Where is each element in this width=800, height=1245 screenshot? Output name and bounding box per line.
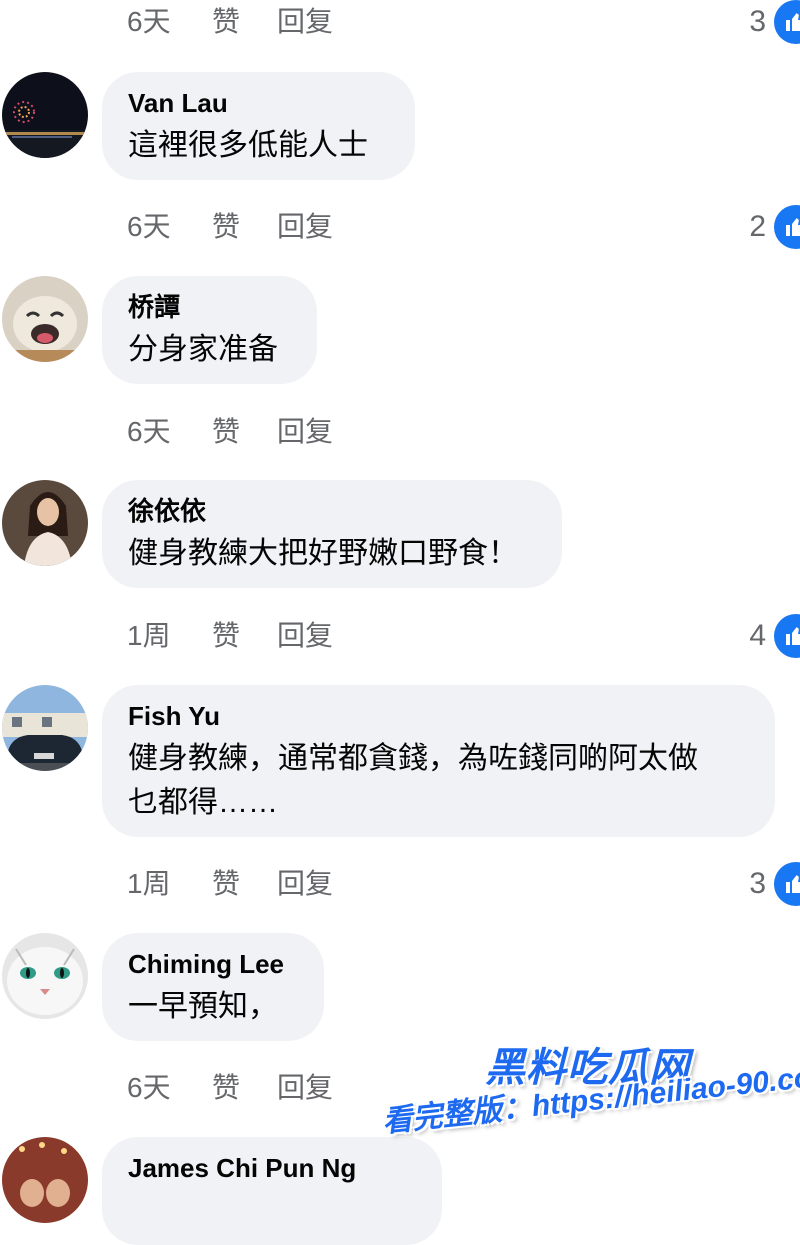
- comment-author[interactable]: James Chi Pun Ng: [128, 1151, 416, 1185]
- comment-time: 1周: [127, 868, 171, 899]
- comment-time: 1周: [127, 620, 171, 651]
- comment-bubble[interactable]: Chiming Lee 一早預知，: [102, 933, 324, 1041]
- reaction-count: 2: [749, 210, 766, 243]
- comment-text: 這裡很多低能人士: [128, 129, 368, 162]
- like-button[interactable]: 赞: [212, 412, 240, 452]
- comment-actions-row: 6天 赞 回复 2: [0, 204, 800, 250]
- comment-text: 健身教練大把好野嫩口野食！: [128, 537, 518, 570]
- reply-button[interactable]: 回复: [277, 2, 333, 42]
- reaction-summary[interactable]: 4: [749, 613, 800, 659]
- like-button[interactable]: 赞: [212, 864, 240, 904]
- comment-text-line: 健身教練，通常都貪錢，為咗錢同啲阿太做: [128, 742, 698, 775]
- comment-time: 6天: [127, 6, 171, 37]
- reply-button[interactable]: 回复: [277, 412, 333, 452]
- reply-button[interactable]: 回复: [277, 207, 333, 247]
- comment-author[interactable]: 徐依依: [128, 494, 536, 528]
- avatar[interactable]: [2, 1137, 88, 1223]
- reply-button[interactable]: 回复: [277, 864, 333, 904]
- avatar[interactable]: [2, 480, 88, 566]
- reaction-summary[interactable]: 3: [749, 861, 800, 907]
- reaction-count: 3: [749, 867, 766, 900]
- comment-author[interactable]: Van Lau: [128, 86, 389, 120]
- thumbs-up-icon: [774, 614, 800, 658]
- like-button[interactable]: 赞: [212, 2, 240, 42]
- reaction-summary[interactable]: 3: [749, 0, 800, 45]
- comment-actions-row: 6天 赞 回复: [0, 1068, 800, 1108]
- avatar[interactable]: [2, 276, 88, 362]
- reaction-count: 4: [749, 619, 766, 652]
- comment-time: 6天: [127, 416, 171, 447]
- reaction-count: 3: [749, 5, 766, 38]
- comment-actions-row: 1周 赞 回复 3: [0, 861, 800, 907]
- comment-time: 6天: [127, 211, 171, 242]
- avatar[interactable]: [2, 933, 88, 1019]
- avatar[interactable]: [2, 685, 88, 771]
- like-button[interactable]: 赞: [212, 616, 240, 656]
- reply-button[interactable]: 回复: [277, 1068, 333, 1108]
- comment-actions-row: 1周 赞 回复 4: [0, 613, 800, 659]
- comment-author[interactable]: Fish Yu: [128, 699, 749, 733]
- comment-bubble[interactable]: 徐依依 健身教練大把好野嫩口野食！: [102, 480, 562, 588]
- like-button[interactable]: 赞: [212, 207, 240, 247]
- comment-actions-row: 6天 赞 回复 3: [0, 0, 800, 45]
- comment-author[interactable]: 桥譚: [128, 290, 291, 324]
- avatar[interactable]: [2, 72, 88, 158]
- comment-actions-row: 6天 赞 回复: [0, 412, 800, 452]
- reaction-summary[interactable]: 2: [749, 204, 800, 250]
- comment-bubble[interactable]: Van Lau 這裡很多低能人士: [102, 72, 415, 180]
- comment-bubble[interactable]: 桥譚 分身家准备: [102, 276, 317, 384]
- comment-bubble[interactable]: James Chi Pun Ng: [102, 1137, 442, 1245]
- comment-author[interactable]: Chiming Lee: [128, 947, 298, 981]
- comment-text: 分身家准备: [128, 333, 278, 366]
- comment-time: 6天: [127, 1072, 171, 1103]
- thumbs-up-icon: [774, 205, 800, 249]
- like-button[interactable]: 赞: [212, 1068, 240, 1108]
- comment-text: 一早預知，: [128, 990, 278, 1023]
- reply-button[interactable]: 回复: [277, 616, 333, 656]
- comment-bubble[interactable]: Fish Yu 健身教練，通常都貪錢，為咗錢同啲阿太做 乜都得……: [102, 685, 775, 837]
- thumbs-up-icon: [774, 862, 800, 906]
- comment-text-line: 乜都得……: [128, 786, 278, 819]
- thumbs-up-icon: [774, 0, 800, 44]
